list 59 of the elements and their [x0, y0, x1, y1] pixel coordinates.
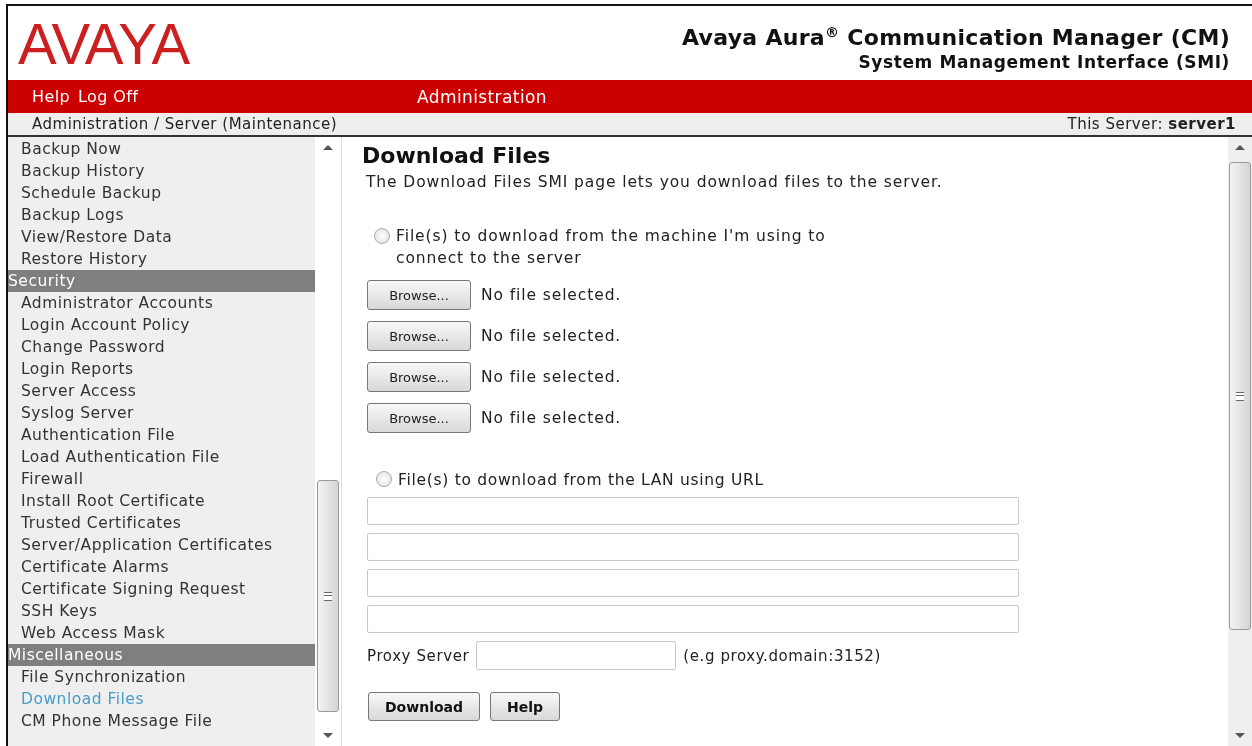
page-heading: Download Files — [362, 143, 551, 169]
sidebar-item[interactable]: File Synchronization — [8, 666, 315, 688]
scrollbar[interactable] — [315, 137, 342, 746]
sidebar-item[interactable]: Firewall — [8, 468, 315, 490]
sidebar-item[interactable]: Web Access Mask — [8, 622, 315, 644]
proxy-hint: (e.g proxy.domain:3152) — [683, 646, 881, 665]
app-subtitle: System Management Interface (SMI) — [858, 52, 1230, 73]
file-status: No file selected. — [481, 286, 622, 304]
sidebar-item[interactable]: Authentication File — [8, 424, 315, 446]
url-field[interactable] — [367, 569, 1019, 597]
proxy-field[interactable] — [476, 641, 677, 670]
sidebar-item[interactable]: Backup Now — [8, 138, 315, 160]
sidebar-item[interactable]: Schedule Backup — [8, 182, 315, 204]
radio-button[interactable] — [376, 471, 392, 487]
menu-link[interactable]: Log Off — [78, 87, 139, 106]
sidebar-item[interactable]: View/Restore Data — [8, 226, 315, 248]
page-description: The Download Files SMI page lets you download files to the server. — [366, 173, 944, 191]
url-field[interactable] — [367, 497, 1019, 525]
sidebar-item[interactable]: Change Password — [8, 336, 315, 358]
sidebar-heading: Miscellaneous — [8, 644, 315, 666]
sidebar-item[interactable]: SSH Keys — [8, 600, 315, 622]
section-title: Administration — [417, 86, 547, 107]
sidebar-item[interactable]: Certificate Alarms — [8, 556, 315, 578]
sidebar-item[interactable]: Administrator Accounts — [8, 292, 315, 314]
sidebar-item[interactable]: Restore History — [8, 248, 315, 270]
sidebar-item[interactable]: Server Access — [8, 380, 315, 402]
sidebar-item[interactable]: Backup Logs — [8, 204, 315, 226]
url-field[interactable] — [367, 605, 1019, 633]
sidebar-item[interactable]: Install Root Certificate — [8, 490, 315, 512]
sidebar-item[interactable]: Trusted Certificates — [8, 512, 315, 534]
browse-button[interactable]: Browse... — [367, 280, 471, 310]
sidebar-item[interactable]: Syslog Server — [8, 402, 315, 424]
scrollbar[interactable] — [1228, 137, 1252, 746]
file-status: No file selected. — [481, 409, 622, 427]
server-name: This Server: server1 — [1067, 115, 1236, 133]
browse-button[interactable]: Browse... — [367, 362, 471, 392]
file-status: No file selected. — [481, 327, 622, 345]
sidebar-item[interactable]: Login Account Policy — [8, 314, 315, 336]
proxy-label: Proxy Server — [367, 646, 470, 665]
logo: AVAYA — [18, 12, 190, 76]
option-label: File(s) to download from the LAN using URL — [398, 471, 764, 489]
sidebar-item[interactable]: Load Authentication File — [8, 446, 315, 468]
sidebar-item[interactable]: Backup History — [8, 160, 315, 182]
browse-button[interactable]: Browse... — [367, 321, 471, 351]
file-status: No file selected. — [481, 368, 622, 386]
sidebar-heading: Security — [8, 270, 315, 292]
menu-link[interactable]: Help — [32, 87, 71, 106]
sidebar-item[interactable]: Login Reports — [8, 358, 315, 380]
url-field[interactable] — [367, 533, 1019, 561]
browse-button[interactable]: Browse... — [367, 403, 471, 433]
breadcrumb: Administration / Server (Maintenance) — [32, 115, 338, 133]
sidebar-item[interactable]: CM Phone Message File — [8, 710, 315, 732]
app-title: Avaya Aura$^{®}$ Communication Manager (CM) — [682, 23, 1230, 53]
radio-button[interactable] — [374, 228, 390, 244]
option-label: File(s) to download from the machine I'm using to connect to the server — [396, 226, 827, 269]
action-button[interactable]: Download — [368, 692, 481, 721]
action-button[interactable]: Help — [490, 692, 561, 721]
sidebar-item[interactable]: Certificate Signing Request — [8, 578, 315, 600]
sidebar-item[interactable]: Server/Application Certificates — [8, 534, 315, 556]
